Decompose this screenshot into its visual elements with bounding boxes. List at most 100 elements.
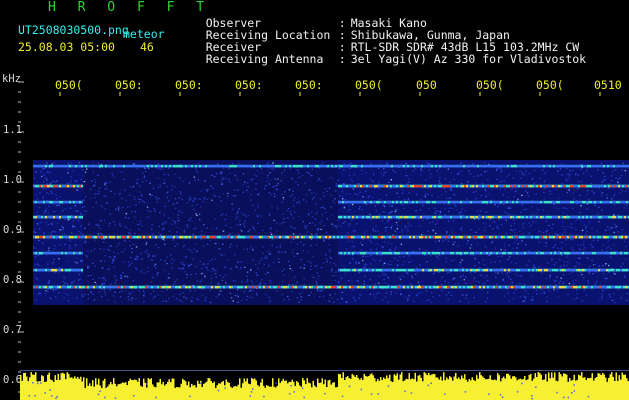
signal-band-pixel	[617, 286, 619, 289]
noise-pixel	[591, 260, 593, 262]
signal-band-pixel	[479, 236, 481, 239]
signal-band-pixel	[406, 269, 408, 272]
signal-band-pixel	[371, 165, 373, 168]
signal-strength-bar	[102, 380, 104, 400]
noise-pixel	[130, 257, 132, 259]
noise-pixel	[561, 174, 563, 176]
signal-band-pixel	[107, 236, 109, 239]
signal-band-pixel	[524, 185, 526, 188]
signal-band-pixel	[79, 236, 81, 239]
signal-band-pixel	[454, 185, 456, 188]
noise-pixel	[525, 208, 528, 210]
noise-pixel	[296, 281, 299, 283]
signal-band-pixel	[522, 185, 524, 188]
noise-pixel	[230, 243, 232, 246]
noise-pixel	[46, 179, 48, 181]
signal-band-pixel	[516, 201, 518, 204]
signal-band-pixel	[37, 286, 39, 289]
signal-band-pixel	[441, 286, 443, 289]
signal-band-pixel	[348, 185, 350, 188]
noise-pixel	[124, 290, 126, 292]
noise-pixel	[513, 223, 516, 225]
noise-pixel	[511, 188, 513, 190]
signal-band-pixel	[249, 286, 251, 289]
noise-pixel	[299, 267, 302, 269]
signal-band-pixel	[533, 286, 535, 289]
noise-pixel	[178, 267, 180, 269]
noise-pixel	[465, 276, 467, 278]
signal-band-pixel	[43, 286, 45, 289]
signal-band-pixel	[79, 185, 81, 188]
signal-band-pixel	[496, 269, 498, 272]
signal-band-pixel	[370, 216, 372, 219]
noise-pixel	[419, 264, 421, 266]
noise-pixel	[534, 267, 536, 269]
noise-pixel	[292, 238, 295, 240]
signal-band-pixel	[179, 236, 181, 239]
signal-band-pixel	[433, 236, 435, 239]
noise-pixel	[103, 248, 105, 250]
noise-pixel	[61, 225, 63, 227]
signal-band-pixel	[389, 236, 391, 239]
noise-pixel	[47, 224, 49, 226]
noise-pixel	[168, 230, 170, 232]
noise-pixel	[431, 292, 433, 294]
noise-pixel	[314, 265, 316, 267]
noise-pixel	[86, 256, 88, 258]
signal-band-pixel	[295, 236, 297, 239]
noise-pixel	[215, 273, 217, 275]
noise-pixel	[34, 277, 37, 279]
noise-pixel	[307, 260, 309, 263]
signal-band-pixel	[366, 185, 368, 188]
signal-bar-speckle	[301, 387, 304, 390]
noise-pixel	[587, 190, 589, 192]
noise-pixel	[45, 221, 47, 223]
noise-pixel	[483, 222, 485, 224]
noise-pixel	[459, 300, 461, 302]
noise-pixel	[321, 219, 323, 222]
noise-pixel	[453, 178, 456, 181]
signal-band-pixel	[438, 185, 440, 188]
signal-bar-speckle	[249, 395, 252, 397]
noise-pixel	[104, 278, 106, 281]
noise-pixel	[434, 223, 437, 226]
signal-band-pixel	[513, 165, 515, 168]
noise-pixel	[256, 175, 258, 177]
noise-pixel	[372, 294, 375, 296]
noise-pixel	[551, 259, 553, 261]
signal-band-pixel	[486, 201, 488, 204]
signal-strength-bar	[239, 378, 241, 400]
signal-band-pixel	[402, 216, 404, 219]
noise-pixel	[348, 174, 350, 176]
noise-pixel	[372, 227, 374, 229]
noise-pixel	[44, 168, 46, 170]
noise-pixel	[384, 227, 387, 229]
noise-pixel	[104, 208, 107, 210]
noise-pixel	[248, 296, 251, 298]
noise-pixel	[401, 189, 404, 191]
signal-band-pixel	[432, 201, 434, 204]
noise-pixel	[520, 275, 522, 277]
signal-band-pixel	[626, 216, 628, 219]
signal-band-pixel	[592, 185, 594, 188]
noise-pixel	[179, 293, 181, 296]
noise-pixel	[251, 296, 253, 299]
noise-pixel	[563, 260, 566, 263]
noise-pixel	[113, 276, 116, 278]
signal-band-pixel	[417, 236, 419, 239]
signal-band-pixel	[538, 201, 540, 204]
signal-band-pixel	[127, 286, 129, 289]
noise-pixel	[510, 225, 512, 227]
signal-band-pixel	[377, 286, 379, 289]
signal-band-pixel	[436, 269, 438, 272]
signal-band-pixel	[187, 165, 189, 168]
noise-pixel	[206, 198, 209, 200]
noise-pixel	[270, 168, 272, 170]
signal-band-pixel	[572, 185, 574, 188]
signal-strength-bar	[297, 382, 299, 400]
noise-pixel	[323, 262, 325, 264]
noise-pixel	[70, 232, 73, 234]
signal-strength-bar	[99, 385, 101, 400]
signal-band-pixel	[487, 236, 489, 239]
signal-band-pixel	[382, 269, 384, 272]
